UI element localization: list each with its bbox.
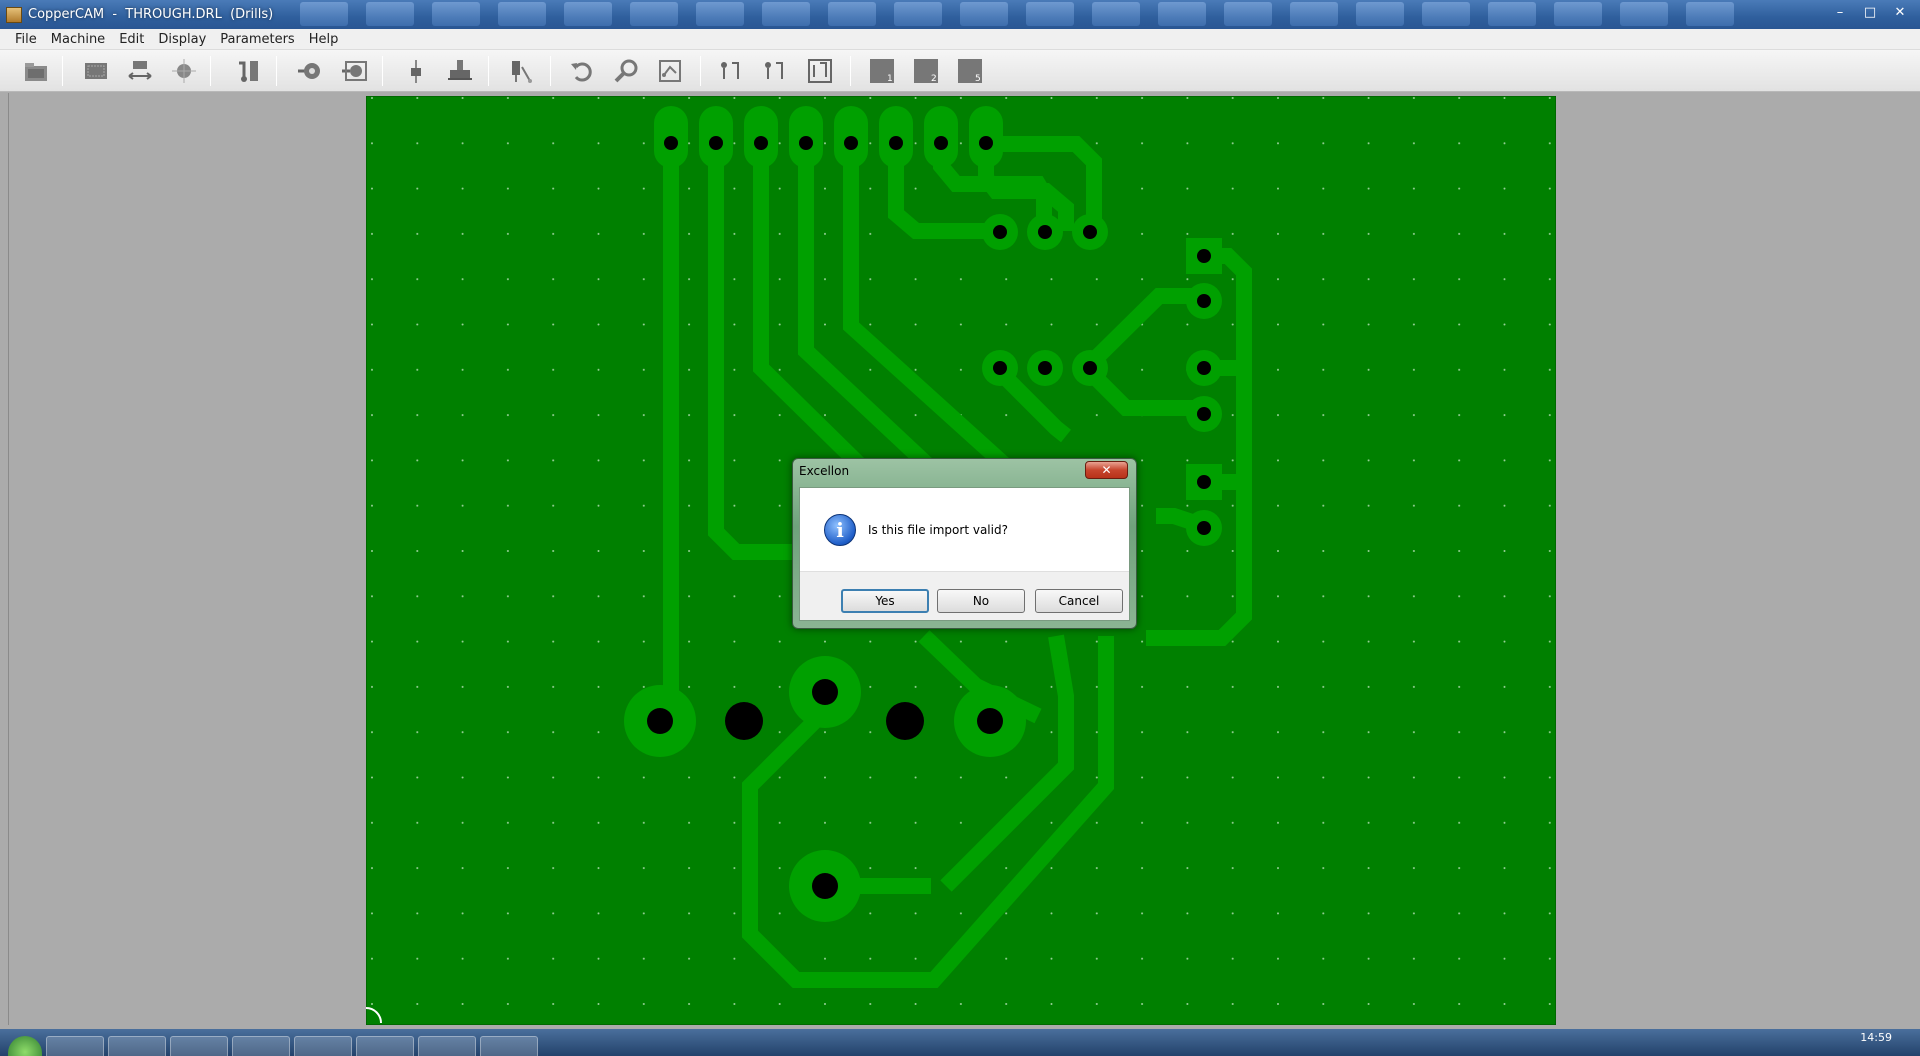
dimensions-button[interactable] <box>124 55 156 87</box>
tool-1-badge: 1 <box>887 74 893 84</box>
taskbar-app-4[interactable] <box>232 1036 290 1056</box>
menu-display[interactable]: Display <box>151 32 213 47</box>
spindle-icon <box>448 60 472 80</box>
pad-tool-button[interactable] <box>294 55 326 87</box>
drill-origin-button[interactable] <box>168 55 200 87</box>
undo-icon <box>571 62 592 82</box>
taskbar-app-chrome[interactable] <box>170 1036 228 1056</box>
title-bar: CopperCAM - THROUGH.DRL (Drills) – □ ✕ <box>0 0 1920 29</box>
taskbar-app-photoshop[interactable] <box>480 1036 538 1056</box>
start-button[interactable] <box>8 1036 42 1056</box>
dialog-message: Is this file import valid? <box>868 523 1008 537</box>
drill-point-button[interactable] <box>400 55 432 87</box>
engraving-tool-icon <box>512 61 532 83</box>
taskbar-app-5[interactable] <box>294 1036 352 1056</box>
info-icon: i <box>824 514 856 546</box>
close-window-button[interactable]: ✕ <box>1886 2 1914 22</box>
no-button[interactable]: No <box>937 589 1025 613</box>
maximize-button[interactable]: □ <box>1856 2 1884 22</box>
taskbar-app-coppercam[interactable] <box>418 1036 476 1056</box>
dialog-title: Excellon <box>799 464 850 478</box>
menu-file[interactable]: File <box>8 32 44 47</box>
taskbar-app-6[interactable] <box>356 1036 414 1056</box>
window-title: CopperCAM - THROUGH.DRL (Drills) <box>28 7 274 22</box>
route-tool-2-button[interactable] <box>760 55 792 87</box>
dialog-close-button[interactable]: ✕ <box>1085 461 1128 479</box>
dimension-arrows-icon <box>128 61 152 80</box>
dialog-message-area: i Is this file import valid? <box>800 488 1129 572</box>
app-icon[interactable] <box>6 6 22 23</box>
crosshair-icon <box>172 59 196 83</box>
title-bar-background <box>300 2 1780 28</box>
minimize-button[interactable]: – <box>1826 2 1854 22</box>
taskbar-app-explorer[interactable] <box>108 1036 166 1056</box>
taskbar-app-ie[interactable] <box>46 1036 104 1056</box>
spindle-button[interactable] <box>444 55 476 87</box>
layer-view-button[interactable] <box>654 55 686 87</box>
tool-2-badge: 2 <box>931 74 937 84</box>
board-contour-button[interactable] <box>80 55 112 87</box>
pcb-view-icon <box>659 60 681 82</box>
window-controls: – □ ✕ <box>1826 2 1914 22</box>
folder-icon <box>25 63 47 81</box>
magnifier-icon <box>614 59 638 83</box>
zoom-button[interactable] <box>610 55 642 87</box>
drill-point-icon <box>411 60 421 83</box>
excellon-dialog: Excellon ✕ i Is this file import valid? … <box>792 458 1137 629</box>
board-icon <box>85 63 107 79</box>
taskbar: 14:59 <box>0 1029 1920 1056</box>
route-icon <box>721 62 739 79</box>
tool-5-icon: 5 <box>958 59 982 84</box>
menu-edit[interactable]: Edit <box>112 32 151 47</box>
taskbar-clock[interactable]: 14:59 <box>1860 1031 1892 1044</box>
yes-button[interactable]: Yes <box>841 589 929 613</box>
menu-parameters[interactable]: Parameters <box>213 32 301 47</box>
dialog-body: i Is this file import valid? Yes No Canc… <box>799 487 1130 621</box>
tool-5-button[interactable]: 5 <box>954 55 986 87</box>
track-tool-button[interactable] <box>232 55 264 87</box>
tool-1-icon: 1 <box>870 59 894 84</box>
pad-icon <box>298 63 320 79</box>
route-box-icon <box>808 59 832 83</box>
pad-outline-button[interactable] <box>338 55 370 87</box>
pad-outline-icon <box>342 61 367 81</box>
menu-machine[interactable]: Machine <box>44 32 112 47</box>
tool-2-icon: 2 <box>914 59 938 84</box>
engrave-tool-button[interactable] <box>506 55 538 87</box>
open-file-button[interactable] <box>20 55 52 87</box>
route-icon <box>765 62 783 79</box>
undo-button[interactable] <box>566 55 598 87</box>
route-tool-3-button[interactable] <box>804 55 836 87</box>
track-icon <box>239 61 258 82</box>
menu-help[interactable]: Help <box>302 32 346 47</box>
route-tool-1-button[interactable] <box>716 55 748 87</box>
cancel-button[interactable]: Cancel <box>1035 589 1123 613</box>
tool-1-button[interactable]: 1 <box>866 55 898 87</box>
tool-5-badge: 5 <box>975 74 981 84</box>
toolbar: 1 2 5 <box>0 50 1920 92</box>
menu-bar: File Machine Edit Display Parameters Hel… <box>0 29 1920 50</box>
tool-2-button[interactable]: 2 <box>910 55 942 87</box>
